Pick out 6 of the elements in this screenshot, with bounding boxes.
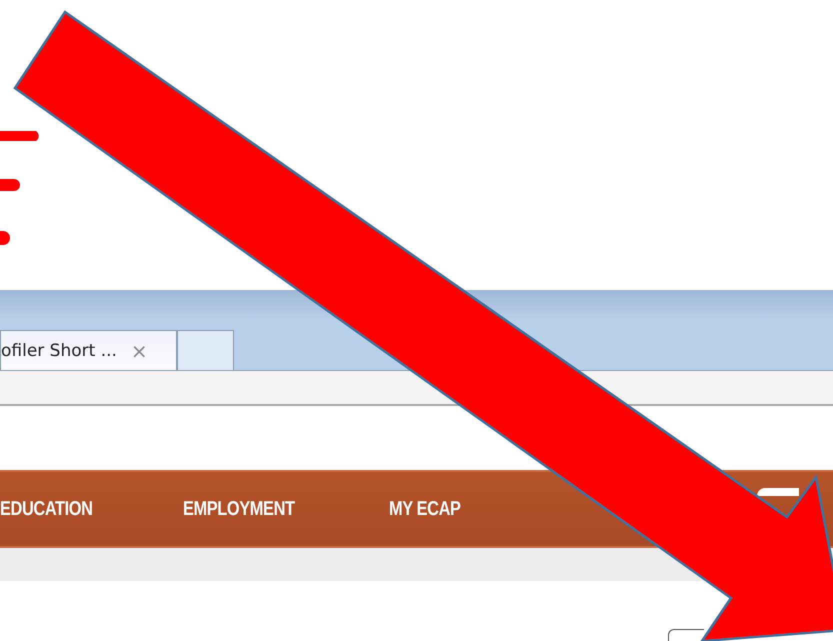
browser-tab[interactable]: ofiler Short ... × bbox=[0, 330, 177, 370]
search-field[interactable] bbox=[757, 488, 799, 496]
nav-link[interactable]: MY ECAP bbox=[389, 498, 461, 520]
nav-link[interactable]: EDUCATION bbox=[0, 498, 93, 520]
close-icon[interactable]: × bbox=[130, 338, 148, 362]
nav-link[interactable]: EMPLOYMENT bbox=[182, 498, 295, 520]
